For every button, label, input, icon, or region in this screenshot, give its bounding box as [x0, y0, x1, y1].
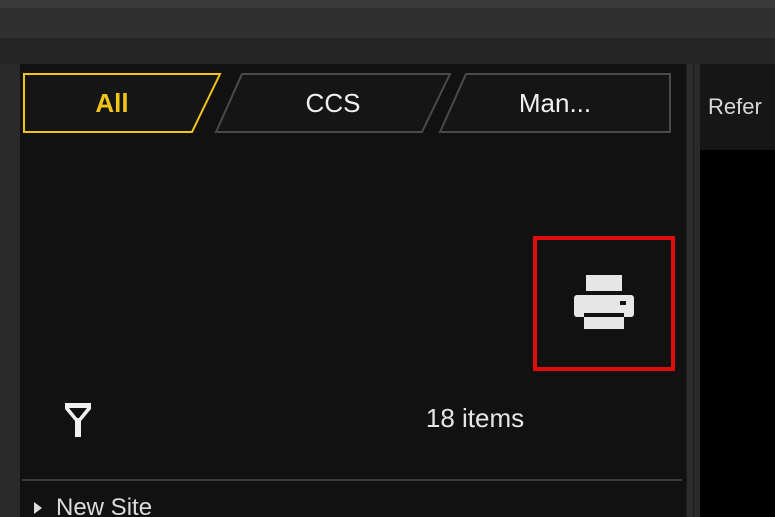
tab-all-label: All [95, 87, 129, 118]
title-bar [0, 8, 775, 38]
right-pane-header: Refer [700, 64, 775, 150]
item-count: 18 items [425, 403, 525, 433]
top-strip [0, 0, 775, 8]
tab-ccs-label: CCS [305, 87, 361, 118]
right-pane-body [700, 150, 775, 517]
header-divider [0, 38, 775, 64]
tab-ccs[interactable]: CCS [214, 72, 452, 134]
caret-right-icon[interactable] [28, 501, 48, 515]
tab-man[interactable]: Man... [438, 72, 672, 134]
list-item-new-site[interactable]: New Site [28, 493, 328, 517]
scrollbar-thumb[interactable] [687, 64, 693, 517]
tab-man-label: Man... [518, 87, 592, 118]
scrollbar[interactable] [686, 64, 694, 517]
list-separator [22, 479, 682, 481]
tab-bar: All CCS Man... [22, 72, 672, 134]
tab-all[interactable]: All [22, 72, 222, 134]
list-item-label: New Site [56, 494, 153, 517]
filter-icon[interactable] [64, 401, 92, 439]
printer-icon [574, 274, 634, 329]
right-pane: Refer [700, 64, 775, 517]
app-window: All CCS Man... Refer 18 items New Site [0, 0, 775, 517]
print-button[interactable] [533, 236, 675, 371]
